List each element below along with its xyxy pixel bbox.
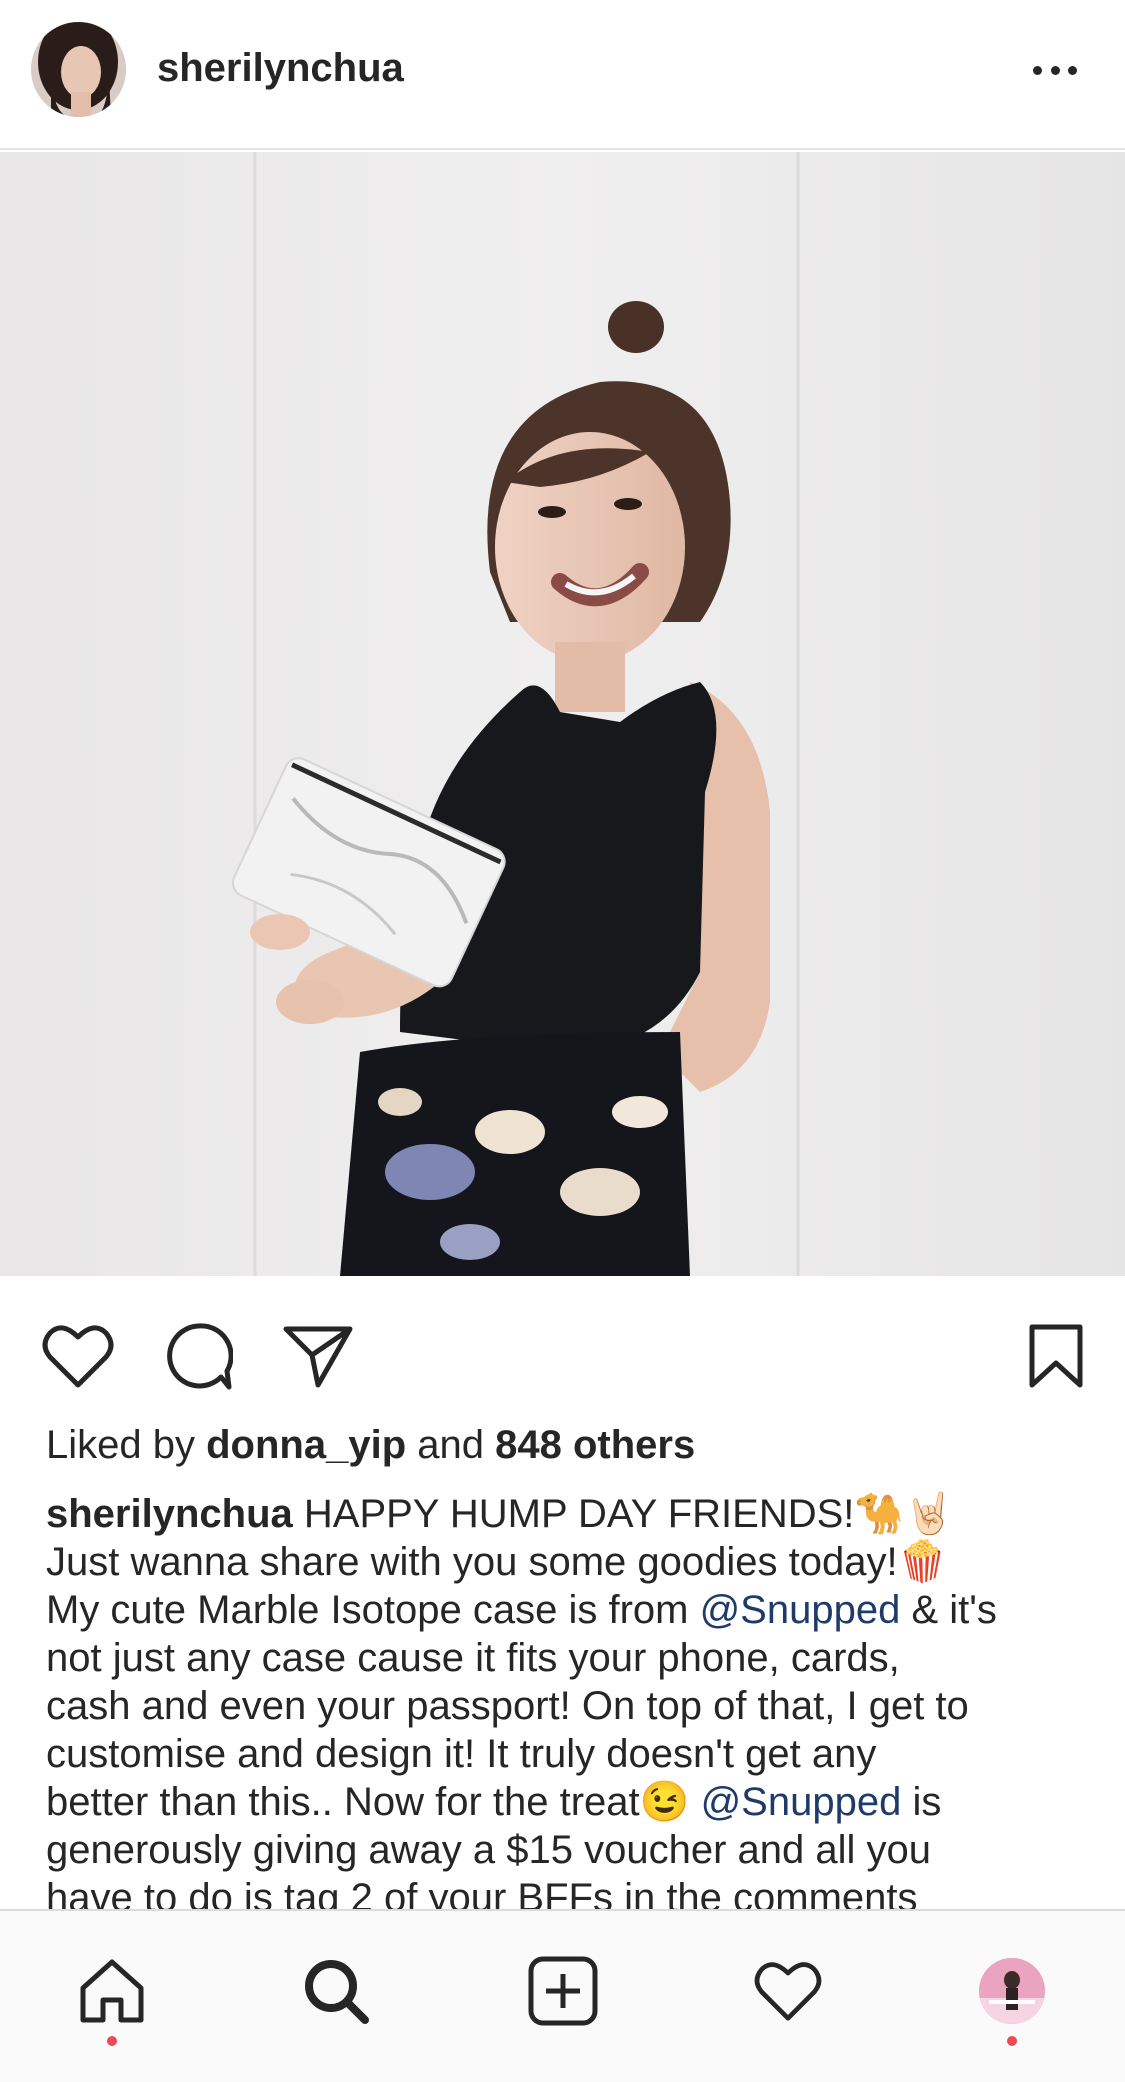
- caption-line-7a: better than this.. Now for the treat😉: [46, 1780, 701, 1824]
- post-caption: sherilynchua HAPPY HUMP DAY FRIENDS!🐪🤘🏻 …: [46, 1490, 1086, 1910]
- avatar[interactable]: [31, 22, 126, 117]
- activity-heart-icon[interactable]: [748, 1951, 828, 2031]
- likes-summary[interactable]: Liked by donna_yip and 848 others: [46, 1423, 695, 1468]
- profile-tab[interactable]: [972, 1951, 1052, 2031]
- caption-line-6: customise and design it! It truly doesn'…: [46, 1732, 877, 1776]
- more-options-icon[interactable]: [1025, 50, 1085, 90]
- heart-icon[interactable]: [38, 1316, 118, 1396]
- liker-username[interactable]: donna_yip: [206, 1423, 406, 1467]
- mention-link[interactable]: @Snupped: [701, 1780, 902, 1824]
- header-username[interactable]: sherilynchua: [157, 46, 404, 91]
- caption-line-3a: My cute Marble Isotope case is from: [46, 1588, 700, 1632]
- home-icon[interactable]: [72, 1951, 152, 2031]
- caption-username[interactable]: sherilynchua: [46, 1492, 293, 1536]
- post-photo[interactable]: [0, 152, 1125, 1276]
- caption-line-2: Just wanna share with you some goodies t…: [46, 1540, 948, 1584]
- plus-square-icon[interactable]: [523, 1951, 603, 2031]
- profile-notification-dot: [1007, 2036, 1017, 2046]
- caption-line-1: HAPPY HUMP DAY FRIENDS!🐪🤘🏻: [292, 1492, 954, 1536]
- caption-line-4: not just any case cause it fits your pho…: [46, 1636, 900, 1680]
- comment-icon[interactable]: [158, 1316, 238, 1396]
- paper-plane-icon[interactable]: [278, 1316, 358, 1396]
- caption-line-8: generously giving away a $15 voucher and…: [46, 1828, 932, 1872]
- profile-avatar[interactable]: [979, 1958, 1045, 2024]
- bookmark-icon[interactable]: [1016, 1316, 1096, 1396]
- likes-and: and: [406, 1423, 496, 1467]
- home-notification-dot: [107, 2036, 117, 2046]
- post-header: sherilynchua: [0, 0, 1125, 150]
- caption-line-7b: is: [901, 1780, 942, 1824]
- post-actions: [0, 1276, 1125, 1426]
- likes-count[interactable]: 848 others: [495, 1423, 695, 1467]
- caption-line-5: cash and even your passport! On top of t…: [46, 1684, 969, 1728]
- mention-link[interactable]: @Snupped: [700, 1588, 901, 1632]
- search-icon[interactable]: [296, 1951, 376, 2031]
- likes-prefix: Liked by: [46, 1423, 207, 1467]
- caption-line-3b: & it's: [900, 1588, 997, 1632]
- caption-line-9: have to do is tag 2 of your BFFs in the …: [46, 1876, 918, 1910]
- bottom-tab-bar: [0, 1909, 1125, 2082]
